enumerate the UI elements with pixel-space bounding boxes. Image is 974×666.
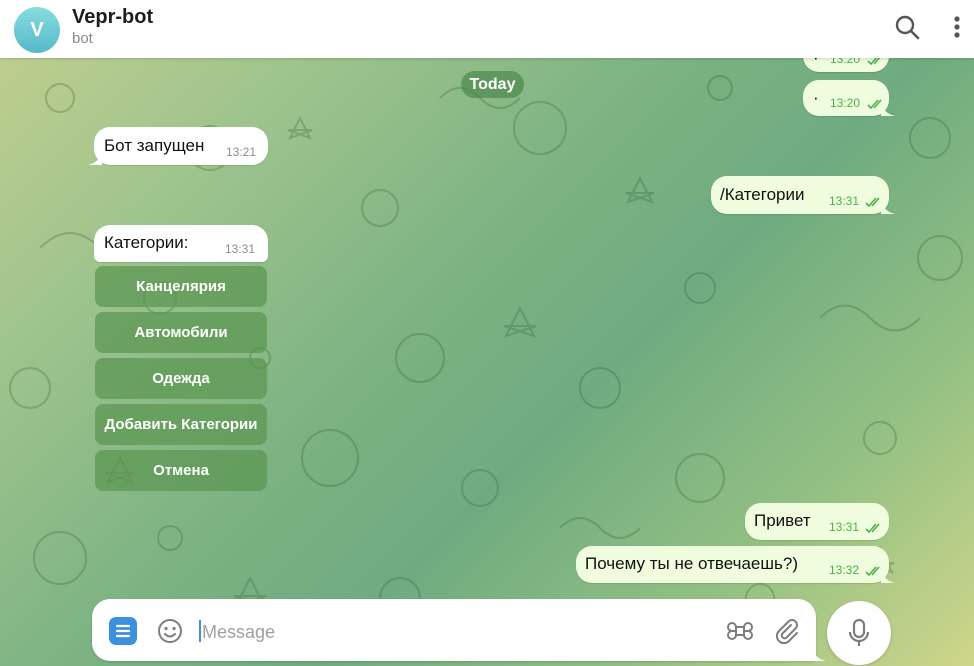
search-icon[interactable] (893, 13, 921, 41)
avatar[interactable]: V (14, 7, 60, 53)
message-outgoing[interactable]: Почему ты не отвечаешь?) 13:32 (576, 546, 895, 583)
more-vertical-icon[interactable] (944, 13, 970, 41)
message-incoming[interactable]: Категории: 13:31 (94, 225, 268, 262)
emoji-icon[interactable] (156, 617, 184, 645)
message-time: 13:32 (829, 563, 860, 577)
chat-header: V Vepr-bot bot (0, 0, 974, 58)
message-outgoing[interactable]: /Категории 13:31 (711, 176, 895, 214)
inline-button-cars[interactable]: Автомобили (95, 312, 267, 353)
message-time: 13:21 (226, 145, 257, 159)
inline-button-add-category[interactable]: Добавить Категории (95, 404, 267, 445)
message-text: Привет (754, 511, 811, 530)
message-text: Категории: (104, 233, 189, 252)
bubble-tail (881, 202, 895, 214)
message-composer (92, 599, 826, 661)
bot-commands-icon[interactable] (725, 616, 755, 646)
inline-button-clothes[interactable]: Одежда (95, 358, 267, 399)
microphone-icon (848, 618, 870, 646)
message-text: Почему ты не отвечаешь?) (585, 554, 798, 573)
attach-icon[interactable] (772, 616, 802, 646)
message-text: · (813, 88, 819, 107)
date-separator: Today (461, 71, 524, 98)
chat-title[interactable]: Vepr-bot (72, 6, 153, 29)
message-text: Бот запущен (104, 136, 205, 155)
double-check-icon (865, 523, 880, 534)
message-incoming[interactable]: Бот запущен 13:21 (88, 127, 268, 165)
bubble-tail (881, 571, 895, 583)
message-time: 13:20 (830, 96, 861, 110)
message-input[interactable] (200, 618, 624, 646)
message-outgoing[interactable]: Привет 13:31 (745, 503, 889, 540)
message-text: /Категории (720, 185, 805, 204)
message-time: 13:31 (829, 520, 860, 534)
voice-record-button[interactable] (827, 601, 891, 665)
message-time: 13:31 (829, 194, 860, 208)
message-time: 13:31 (225, 242, 256, 256)
composer-tail (812, 649, 826, 661)
inline-button-cancel[interactable]: Отмена (95, 450, 267, 491)
bubble-tail (88, 153, 102, 165)
inline-button-stationery[interactable]: Канцелярия (95, 266, 267, 307)
chat-subtitle: bot (72, 30, 93, 47)
message-outgoing[interactable]: · 13:20 (803, 80, 895, 116)
bubble-tail (881, 104, 895, 116)
bot-menu-icon[interactable] (109, 617, 137, 645)
